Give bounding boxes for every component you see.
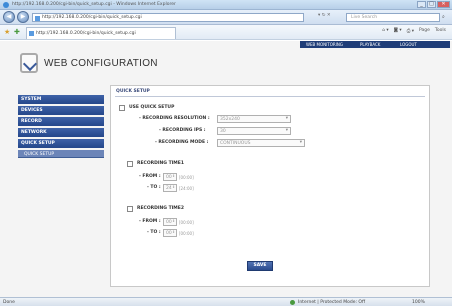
ips-value: 30 xyxy=(220,129,226,134)
command-bar: ⌂ ▾ ◙ ▾ ⎙ ▾ Page Tools xyxy=(382,28,446,34)
recording-time1-label: RECORDING TIME1 xyxy=(137,161,184,166)
window-titlebar: http://192.168.0.200/cgi-bin/quick_setup… xyxy=(0,0,452,10)
top-link-playback[interactable]: PLAYBACK xyxy=(360,42,380,47)
time2-from-spinner[interactable]: 00 ⇕ xyxy=(163,218,177,226)
time2-to-unit: [00:00] xyxy=(179,231,194,236)
search-input[interactable]: Live Search xyxy=(346,13,440,22)
time1-to-value: 24 xyxy=(166,186,172,191)
mode-label: - RECORDING MODE : xyxy=(155,140,209,145)
back-button[interactable]: ◀ xyxy=(3,11,15,23)
minimize-icon[interactable]: _ xyxy=(417,1,426,8)
status-bar: Done Internet | Protected Mode: Off 100% xyxy=(0,297,452,306)
address-text: http://192.168.0.200/cgi-bin/quick_setup… xyxy=(42,15,142,20)
chevron-down-icon: ▾ xyxy=(285,116,288,121)
sidebar-item-quick-setup[interactable]: QUICK SETUP xyxy=(18,139,104,148)
status-text: Done xyxy=(3,300,15,305)
ips-select[interactable]: 30 ▾ xyxy=(217,127,291,135)
print-icon[interactable]: ⎙ ▾ xyxy=(407,28,414,34)
config-logo-icon xyxy=(20,53,38,73)
top-nav-strip: WEB MONITORING PLAYBACK LOGOUT xyxy=(300,41,450,48)
favorites-star-icon[interactable]: ★ xyxy=(4,28,10,36)
search-icon[interactable]: ⌕ xyxy=(442,14,445,20)
sidebar-subitem-quick-setup[interactable]: QUICK SETUP xyxy=(18,150,104,158)
resolution-value: 352x240 xyxy=(220,117,240,122)
ie-icon xyxy=(3,2,9,8)
recording-time2-label: RECORDING TIME2 xyxy=(137,206,184,211)
browser-tab[interactable]: http://192.168.0.200/cgi-bin/quick_setup… xyxy=(26,27,176,39)
maximize-icon[interactable]: □ xyxy=(427,1,436,8)
sidebar-item-system[interactable]: SYSTEM xyxy=(18,95,104,104)
time1-to-spinner[interactable]: 24 ⇕ xyxy=(163,184,177,192)
resolution-select[interactable]: 352x240 ▾ xyxy=(217,115,291,123)
chevron-down-icon: ▾ xyxy=(285,128,288,133)
mode-value: CONTINUOUS xyxy=(220,141,251,146)
time2-to-label: - TO : xyxy=(147,230,161,235)
chevron-down-icon: ▾ xyxy=(299,140,302,145)
tab-page-icon xyxy=(29,31,34,36)
sidebar-item-record[interactable]: RECORD xyxy=(18,117,104,126)
use-quick-setup-checkbox[interactable] xyxy=(119,105,125,111)
globe-icon xyxy=(290,300,295,305)
logo-area: WEB CONFIGURATION xyxy=(18,51,168,76)
close-icon[interactable]: ✕ xyxy=(437,1,450,8)
zoom-level[interactable]: 100% xyxy=(412,300,425,305)
sidebar-item-network[interactable]: NETWORK xyxy=(18,128,104,137)
resolution-label: - RECORDING RESOLUTION : xyxy=(139,116,210,121)
time1-from-spinner[interactable]: 00 ⇕ xyxy=(163,173,177,181)
window-title: http://192.168.0.200/cgi-bin/quick_setup… xyxy=(12,2,176,7)
forward-button[interactable]: ▶ xyxy=(17,11,29,23)
title-divider xyxy=(115,96,425,97)
add-favorites-icon[interactable]: ✚ xyxy=(14,28,20,36)
page-title: WEB CONFIGURATION xyxy=(44,58,158,69)
time1-to-unit: [24:00] xyxy=(179,186,194,191)
spinner-arrows-icon: ⇕ xyxy=(172,219,175,223)
refresh-stop-icons[interactable]: ▾ ↻ ✕ xyxy=(318,13,331,18)
page-menu[interactable]: Page xyxy=(419,28,430,34)
sidebar: SYSTEM DEVICES RECORD NETWORK QUICK SETU… xyxy=(18,95,104,158)
time2-from-unit: [00:00] xyxy=(179,220,194,225)
mode-select[interactable]: CONTINUOUS ▾ xyxy=(217,139,305,147)
use-quick-setup-label: USE QUICK SETUP xyxy=(129,105,175,110)
spinner-arrows-icon: ⇕ xyxy=(172,174,175,178)
window-controls: _ □ ✕ xyxy=(417,1,450,8)
home-icon[interactable]: ⌂ ▾ xyxy=(382,28,389,34)
recording-time2-checkbox[interactable] xyxy=(127,206,133,212)
time1-from-label: - FROM : xyxy=(139,174,161,179)
recording-time1-checkbox[interactable] xyxy=(127,161,133,167)
security-zone[interactable]: Internet | Protected Mode: Off xyxy=(298,300,365,305)
time2-from-label: - FROM : xyxy=(139,219,161,224)
spinner-arrows-icon: ⇕ xyxy=(172,230,175,234)
favorites-bar: ★ ✚ http://192.168.0.200/cgi-bin/quick_s… xyxy=(0,25,452,40)
sidebar-item-devices[interactable]: DEVICES xyxy=(18,106,104,115)
time2-to-spinner[interactable]: 00 ⇕ xyxy=(163,229,177,237)
spinner-arrows-icon: ⇕ xyxy=(172,185,175,189)
search-placeholder: Live Search xyxy=(351,15,378,20)
top-link-web-monitoring[interactable]: WEB MONITORING xyxy=(306,42,343,47)
address-bar[interactable]: http://192.168.0.200/cgi-bin/quick_setup… xyxy=(32,13,304,22)
top-link-logout[interactable]: LOGOUT xyxy=(400,42,417,47)
quick-setup-panel: QUICK SETUP USE QUICK SETUP - RECORDING … xyxy=(110,85,430,287)
ips-label: - RECORDING IPS : xyxy=(159,128,206,133)
page-content: WEB MONITORING PLAYBACK LOGOUT WEB CONFI… xyxy=(0,41,452,297)
time1-to-label: - TO : xyxy=(147,185,161,190)
navigation-bar: ◀ ▶ http://192.168.0.200/cgi-bin/quick_s… xyxy=(0,10,452,25)
section-title: QUICK SETUP xyxy=(116,89,150,94)
tools-menu[interactable]: Tools xyxy=(435,28,446,34)
page-icon xyxy=(35,16,40,21)
tab-title: http://192.168.0.200/cgi-bin/quick_setup… xyxy=(36,31,136,36)
time2-from-value: 00 xyxy=(166,220,172,225)
feeds-icon[interactable]: ◙ ▾ xyxy=(394,28,402,34)
time1-from-unit: [00:00] xyxy=(179,175,194,180)
time2-to-value: 00 xyxy=(166,231,172,236)
time1-from-value: 00 xyxy=(166,175,172,180)
save-button[interactable]: SAVE xyxy=(247,261,273,271)
